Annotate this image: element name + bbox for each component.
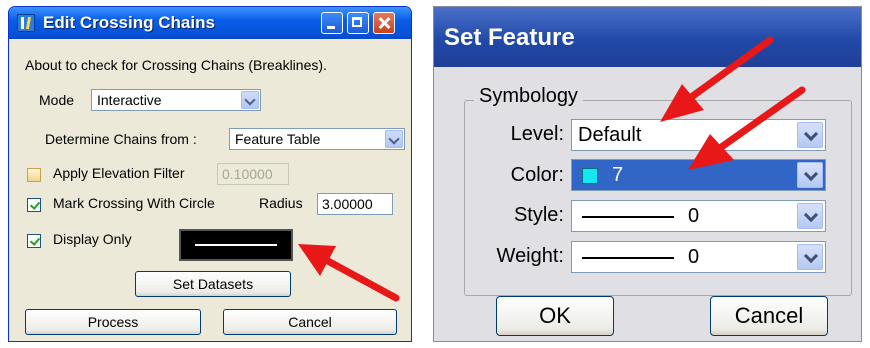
set-feature-window: Set Feature Symbology Level: Default Col… [433, 6, 862, 342]
mark-crossing-label: Mark Crossing With Circle [53, 195, 215, 211]
app-icon [17, 14, 35, 32]
color-value: 7 [612, 164, 624, 186]
style-value: 0 [688, 205, 700, 227]
mark-crossing-checkbox[interactable] [27, 198, 41, 212]
line-style-glyph [195, 244, 277, 246]
line-style-glyph [582, 216, 674, 218]
elevation-filter-input[interactable]: 0.10000 [217, 163, 289, 185]
process-button[interactable]: Process [25, 309, 201, 335]
radius-input[interactable]: 3.00000 [317, 193, 393, 215]
symbology-group-label: Symbology [474, 85, 583, 108]
apply-elevation-label: Apply Elevation Filter [53, 165, 185, 181]
chevron-down-icon[interactable] [385, 130, 403, 148]
line-weight-glyph [582, 257, 674, 259]
level-label: Level: [510, 123, 564, 145]
weight-value: 0 [688, 246, 700, 268]
determine-chains-value: Feature Table [235, 131, 321, 147]
weight-label: Weight: [496, 245, 564, 267]
ok-button[interactable]: OK [496, 296, 614, 336]
color-swatch [582, 168, 598, 184]
determine-chains-dropdown[interactable]: Feature Table [229, 128, 405, 150]
level-value: Default [578, 124, 642, 146]
title-bar: Set Feature [434, 7, 861, 67]
maximize-button[interactable] [347, 12, 369, 34]
set-datasets-button[interactable]: Set Datasets [135, 271, 291, 297]
style-label: Style: [513, 204, 564, 226]
title-bar: Edit Crossing Chains [9, 7, 411, 39]
weight-dropdown[interactable]: 0 [571, 241, 826, 273]
chevron-down-icon[interactable] [241, 91, 259, 109]
chevron-down-icon[interactable] [797, 203, 823, 229]
display-only-checkbox[interactable] [27, 234, 41, 248]
cancel-button[interactable]: Cancel [223, 309, 397, 335]
window-title: Edit Crossing Chains [43, 13, 215, 32]
mode-value: Interactive [97, 92, 162, 108]
radius-label: Radius [259, 195, 303, 211]
cancel-button[interactable]: Cancel [710, 296, 828, 336]
edit-crossing-chains-window: Edit Crossing Chains About to check for … [8, 6, 412, 342]
description-text: About to check for Crossing Chains (Brea… [25, 57, 327, 73]
mode-label: Mode [39, 92, 75, 108]
window-title: Set Feature [444, 24, 575, 51]
color-dropdown[interactable]: 7 [571, 159, 826, 191]
style-dropdown[interactable]: 0 [571, 200, 826, 232]
level-dropdown[interactable]: Default [571, 119, 826, 151]
apply-elevation-checkbox[interactable] [27, 168, 41, 182]
line-symbology-swatch[interactable] [179, 229, 293, 261]
chevron-down-icon[interactable] [797, 244, 823, 270]
mode-dropdown[interactable]: Interactive [91, 89, 261, 111]
determine-chains-label: Determine Chains from : [45, 131, 197, 147]
chevron-down-icon[interactable] [797, 122, 823, 148]
chevron-down-icon[interactable] [797, 162, 823, 188]
minimize-button[interactable] [321, 12, 343, 34]
color-label: Color: [510, 164, 564, 186]
display-only-label: Display Only [53, 231, 132, 247]
close-button[interactable] [373, 12, 395, 34]
